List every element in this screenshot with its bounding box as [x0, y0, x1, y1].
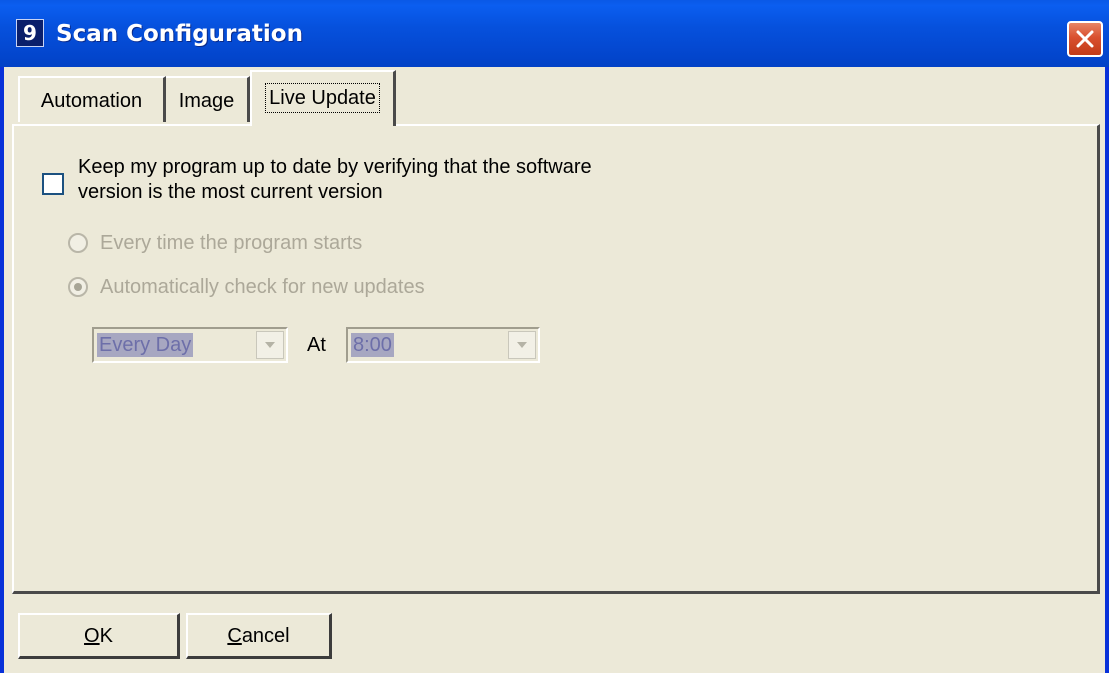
cancel-label-rest: ancel: [241, 624, 290, 647]
ok-button[interactable]: OK: [18, 613, 180, 659]
chevron-down-icon: [265, 342, 275, 348]
title-bar[interactable]: 9 Scan Configuration: [0, 0, 1109, 67]
auto-check-radio[interactable]: [68, 277, 88, 297]
scan-configuration-dialog: 9 Scan Configuration Automation Image Li…: [0, 0, 1109, 673]
at-label: At: [307, 334, 326, 356]
every-start-label[interactable]: Every time the program starts: [100, 231, 362, 255]
tab-live-update[interactable]: Live Update: [250, 70, 396, 126]
frequency-dropdown[interactable]: Every Day: [92, 327, 288, 363]
auto-check-label[interactable]: Automatically check for new updates: [100, 275, 425, 299]
radio-selected-dot: [74, 283, 82, 291]
window-title: Scan Configuration: [56, 21, 303, 47]
chevron-down-icon: [517, 342, 527, 348]
tab-automation[interactable]: Automation: [18, 76, 166, 122]
ok-mnemonic: O: [84, 624, 100, 647]
close-icon: [1076, 30, 1094, 48]
every-start-radio[interactable]: [68, 233, 88, 253]
time-value: 8:00: [351, 333, 394, 357]
close-button[interactable]: [1067, 21, 1103, 57]
time-dropdown-button[interactable]: [508, 331, 536, 359]
tab-live-update-label: Live Update: [265, 83, 380, 113]
frequency-dropdown-button[interactable]: [256, 331, 284, 359]
time-dropdown[interactable]: 8:00: [346, 327, 540, 363]
cancel-button[interactable]: Cancel: [186, 613, 332, 659]
frequency-value: Every Day: [97, 333, 194, 357]
ok-label-rest: K: [99, 624, 113, 647]
cancel-mnemonic: C: [227, 624, 242, 647]
keep-updated-checkbox[interactable]: [42, 173, 64, 195]
keep-updated-label[interactable]: Keep my program up to date by verifying …: [78, 155, 658, 205]
app-icon: 9: [16, 19, 44, 47]
tab-image[interactable]: Image: [166, 76, 250, 122]
